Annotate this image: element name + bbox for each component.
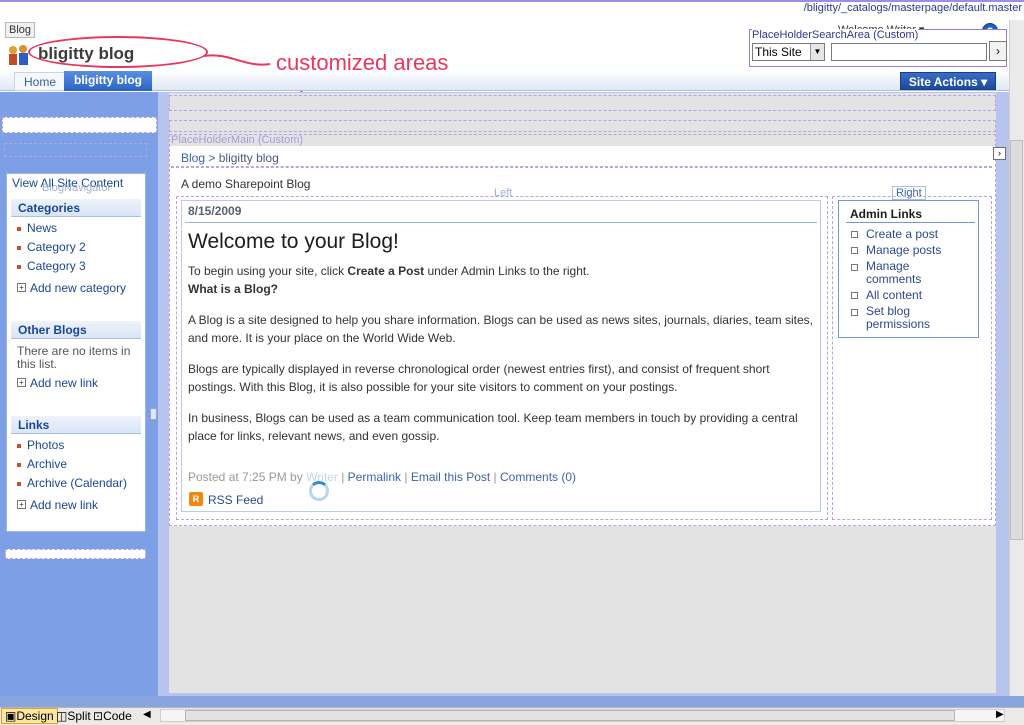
bullet-icon bbox=[17, 444, 21, 448]
code-icon: ⊡ bbox=[93, 709, 104, 723]
breadcrumb-current: bligitty blog bbox=[218, 151, 279, 165]
email-post-link[interactable]: Email this Post bbox=[411, 470, 490, 484]
post-title[interactable]: Welcome to your Blog! bbox=[188, 230, 399, 254]
people-logo-icon bbox=[9, 45, 28, 65]
site-description: A demo Sharepoint Blog bbox=[181, 177, 311, 191]
bullet-icon bbox=[851, 231, 858, 238]
nav-home-tab[interactable]: Home bbox=[14, 72, 67, 91]
links-item[interactable]: Archive bbox=[27, 457, 67, 471]
scroll-right-icon[interactable]: ▶ bbox=[996, 709, 1004, 720]
bullet-icon bbox=[17, 227, 21, 231]
add-icon: + bbox=[17, 500, 26, 509]
site-actions-button[interactable]: Site Actions ▾ bbox=[900, 72, 996, 90]
top-blog-tab[interactable]: Blog bbox=[5, 22, 36, 38]
split-icon: ◫ bbox=[56, 709, 68, 723]
admin-link-manage-posts[interactable]: Manage posts bbox=[866, 244, 976, 257]
category-link[interactable]: Category 3 bbox=[27, 259, 86, 273]
post-intro-end: under Admin Links to the right. bbox=[424, 264, 590, 278]
post-paragraph-3: In business, Blogs can be used as a team… bbox=[188, 411, 798, 443]
design-view-button[interactable]: ▣Design bbox=[1, 708, 58, 724]
post-date-divider bbox=[185, 222, 817, 223]
post-paragraph-2: Blogs are typically displayed in reverse… bbox=[188, 362, 770, 394]
placeholder-left-region-2 bbox=[4, 143, 147, 157]
horizontal-scroll-thumb[interactable] bbox=[185, 710, 955, 721]
add-icon: + bbox=[17, 283, 26, 292]
search-scope-value: This Site bbox=[755, 45, 802, 59]
post-footer-prefix: Posted at 7:25 PM by bbox=[188, 470, 303, 484]
design-view-label: Design bbox=[16, 709, 54, 723]
search-area-label: PlaceHolderSearchArea (Custom) bbox=[752, 29, 919, 41]
design-icon: ▣ bbox=[5, 709, 17, 723]
footer-separator: | bbox=[493, 470, 497, 484]
split-view-label: Split bbox=[67, 709, 91, 723]
links-item[interactable]: Photos bbox=[27, 438, 64, 452]
nav-current-tab[interactable]: bligitty blog bbox=[64, 71, 152, 91]
bullet-icon bbox=[851, 292, 858, 299]
placeholder-left-region bbox=[2, 117, 157, 133]
add-link-link[interactable]: Add new link bbox=[30, 376, 98, 390]
placeholder-top-region bbox=[169, 95, 996, 111]
dropdown-arrow-icon[interactable]: ▼ bbox=[810, 44, 824, 60]
categories-header[interactable]: Categories bbox=[18, 201, 80, 215]
post-paragraph-1: A Blog is a site designed to help you sh… bbox=[188, 313, 814, 345]
rss-feed-link[interactable]: RSS Feed bbox=[208, 493, 263, 507]
add-icon: + bbox=[17, 378, 26, 387]
bullet-icon bbox=[851, 309, 858, 316]
post-intro: To begin using your site, click Create a… bbox=[188, 262, 813, 298]
annotation-ellipse-title bbox=[28, 36, 208, 68]
search-input[interactable] bbox=[831, 43, 987, 61]
admin-link-manage-comments[interactable]: Manage comments bbox=[866, 260, 930, 286]
category-link[interactable]: Category 2 bbox=[27, 240, 86, 254]
expand-arrow-icon[interactable]: › bbox=[993, 147, 1006, 160]
other-blogs-header[interactable]: Other Blogs bbox=[18, 323, 87, 337]
panel-splitter-handle[interactable] bbox=[150, 408, 157, 420]
post-intro-bold: Create a Post bbox=[347, 264, 425, 278]
breadcrumb-separator: > bbox=[208, 151, 216, 165]
admin-title-divider bbox=[846, 222, 975, 223]
search-scope-select[interactable]: This Site ▼ bbox=[752, 43, 825, 61]
placeholder-left-bottom bbox=[5, 549, 146, 559]
scroll-left-icon[interactable]: ◀ bbox=[143, 709, 151, 720]
add-category-link[interactable]: Add new category bbox=[30, 281, 126, 295]
description-underline bbox=[171, 166, 992, 168]
admin-link-all-content[interactable]: All content bbox=[866, 289, 976, 302]
admin-links-title: Admin Links bbox=[850, 207, 923, 221]
blog-navigator-zone-label: BlogNavigator bbox=[42, 182, 112, 194]
bullet-icon bbox=[17, 265, 21, 269]
post-footer: Posted at 7:25 PM by Writer | Permalink … bbox=[188, 470, 576, 484]
placeholder-main-label: PlaceHolderMain (Custom) bbox=[171, 134, 304, 146]
split-view-button[interactable]: ◫Split bbox=[53, 709, 94, 725]
comments-link[interactable]: Comments (0) bbox=[500, 470, 576, 484]
code-view-button[interactable]: ⊡Code bbox=[90, 709, 135, 725]
breadcrumb-root-link[interactable]: Blog bbox=[181, 151, 205, 165]
breadcrumb: Blog > bligitty blog bbox=[181, 151, 279, 165]
document-path: /bligitty/_catalogs/masterpage/default.m… bbox=[803, 2, 1022, 14]
footer-separator: | bbox=[404, 470, 408, 484]
links-header[interactable]: Links bbox=[18, 418, 49, 432]
links-item[interactable]: Archive (Calendar) bbox=[27, 476, 127, 490]
rss-icon[interactable]: R bbox=[189, 492, 203, 506]
placeholder-title-region bbox=[169, 120, 996, 132]
admin-link-set-permissions[interactable]: Set blog permissions bbox=[866, 305, 946, 331]
bullet-icon bbox=[17, 463, 21, 467]
category-link[interactable]: News bbox=[27, 221, 57, 235]
vertical-scroll-thumb[interactable] bbox=[1010, 140, 1023, 540]
bullet-icon bbox=[851, 247, 858, 254]
post-question: What is a Blog? bbox=[188, 282, 278, 296]
code-view-label: Code bbox=[103, 709, 132, 723]
permalink-link[interactable]: Permalink bbox=[348, 470, 401, 484]
post-intro-start: To begin using your site, click bbox=[188, 264, 348, 278]
add-link-link[interactable]: Add new link bbox=[30, 498, 98, 512]
loading-spinner-icon bbox=[309, 481, 329, 501]
admin-link-create-post[interactable]: Create a post bbox=[866, 228, 976, 241]
bullet-icon bbox=[851, 264, 858, 271]
bullet-icon bbox=[17, 246, 21, 250]
search-go-button[interactable]: › bbox=[989, 41, 1007, 61]
footer-separator: | bbox=[341, 470, 345, 484]
bullet-icon bbox=[17, 482, 21, 486]
post-date: 8/15/2009 bbox=[188, 204, 242, 218]
bottom-strip bbox=[0, 696, 1024, 707]
no-items-text: There are no items in this list. bbox=[17, 344, 131, 371]
